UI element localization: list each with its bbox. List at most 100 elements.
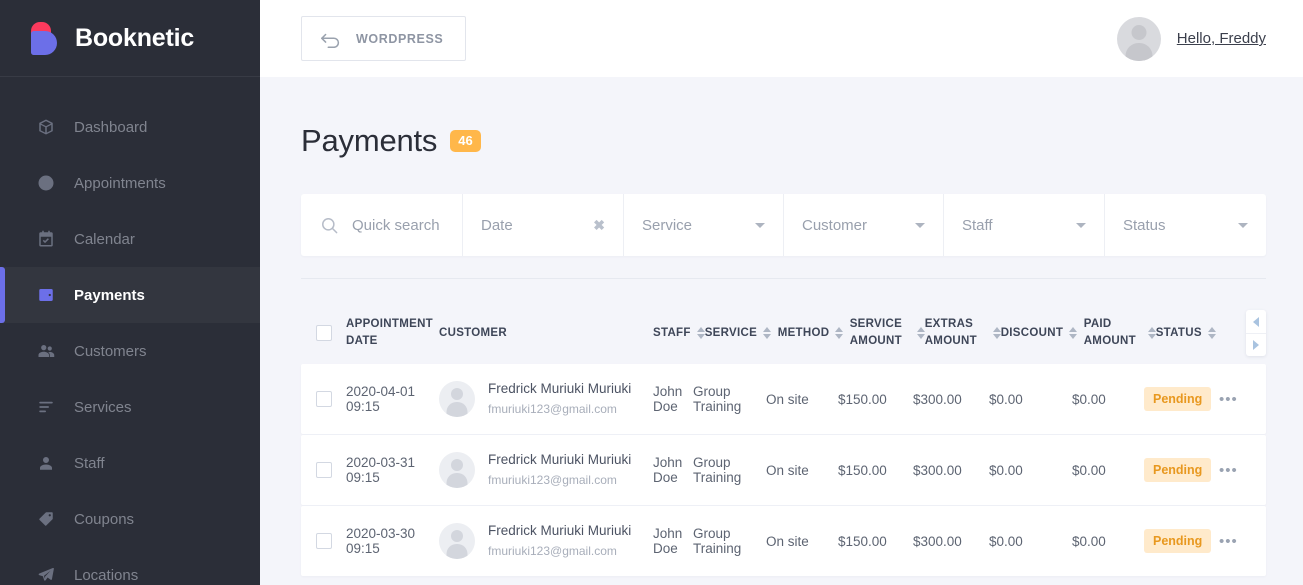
sort-icon[interactable] [992,327,1001,339]
sort-icon[interactable] [916,327,925,339]
staff-filter-label: Staff [962,216,993,234]
sort-icon[interactable] [1147,327,1156,339]
status-badge: Pending [1144,457,1212,483]
page-title: Payments [301,123,438,158]
sidebar-item-payments[interactable]: Payments [0,267,260,323]
cell-customer: Fredrick Muriuki Muriuki fmuriuki123@gma… [439,450,653,490]
scroll-left-button[interactable] [1246,310,1266,333]
wordpress-button[interactable]: WORDPRESS [301,16,467,61]
cell-service-amount: $150.00 [838,533,887,549]
cell-status: Pending [1144,457,1219,483]
row-checkbox[interactable] [315,533,332,549]
chevron-down-icon [755,222,765,228]
sort-icon[interactable] [696,327,705,339]
header-service-amount[interactable]: SERVICE AMOUNT [850,316,925,351]
sidebar-item-coupons[interactable]: Coupons [0,491,260,547]
header-service[interactable]: SERVICE [705,327,778,339]
page-header: Payments 46 [301,77,1266,159]
sidebar-item-staff[interactable]: Staff [0,435,260,491]
header-paid-amount-label: PAID AMOUNT [1083,317,1136,347]
date-filter[interactable]: Date ✖ [463,194,624,256]
scroll-right-button[interactable] [1246,333,1266,356]
header-service-label: SERVICE [704,327,758,339]
box-icon [35,116,57,138]
customer-email: fmuriuki123@gmail.com [488,472,617,487]
header-appointment-date[interactable]: APPOINTMENT DATE [346,316,439,351]
cell-service: Group Training [693,526,742,556]
triangle-right-icon [1253,340,1259,350]
table-row[interactable]: 2020-04-01 09:15 Fredrick Muriuki Muriuk… [301,364,1266,434]
header-staff[interactable]: STAFF [653,327,705,339]
search-field[interactable]: Quick search [301,194,463,256]
payments-count-badge: 46 [450,130,481,152]
calendar-icon [35,228,57,250]
header-customer[interactable]: CUSTOMER [439,327,653,339]
row-actions-button[interactable]: ••• [1219,391,1238,408]
brand-logo[interactable]: Booknetic [0,0,260,77]
cell-appointment-date: 2020-04-01 09:15 [346,384,416,414]
cell-service: Group Training [693,384,742,414]
cell-customer: Fredrick Muriuki Muriuki fmuriuki123@gma… [439,521,653,561]
header-discount[interactable]: DISCOUNT [1001,327,1084,339]
staff-filter[interactable]: Staff [944,194,1105,256]
table-row[interactable]: 2020-03-31 09:15 Fredrick Muriuki Muriuk… [301,435,1266,505]
row-actions-button[interactable]: ••• [1219,533,1238,550]
date-clear-icon[interactable]: ✖ [593,218,605,232]
customer-email: fmuriuki123@gmail.com [488,543,617,558]
user-menu[interactable]: Hello, Freddy [1116,16,1266,61]
service-filter[interactable]: Service [624,194,784,256]
content-area: Payments 46 Quick search Date ✖ Service … [260,77,1303,585]
header-extras-amount-label: EXTRAS AMOUNT [924,317,977,347]
row-checkbox[interactable] [315,462,332,478]
row-actions-button[interactable]: ••• [1219,462,1238,479]
cell-status: Pending [1144,386,1219,412]
header-status[interactable]: STATUS [1156,327,1231,339]
sort-icon[interactable] [835,327,844,339]
greeting-link[interactable]: Hello, Freddy [1177,30,1266,47]
table-scroll-controls [1246,310,1266,356]
sidebar-item-customers[interactable]: Customers [0,323,260,379]
sort-icon[interactable] [1207,327,1216,339]
row-select-cell [301,391,346,407]
customer-filter[interactable]: Customer [784,194,944,256]
header-method[interactable]: METHOD [778,327,850,339]
cell-extras-amount: $300.00 [913,533,962,549]
divider [301,278,1266,279]
search-icon [320,216,339,235]
sidebar-item-label: Dashboard [74,118,148,136]
sidebar-item-dashboard[interactable]: Dashboard [0,99,260,155]
table-header-row: APPOINTMENT DATE CUSTOMER STAFF SERVICE … [301,302,1266,364]
sort-icon[interactable] [763,327,772,339]
sort-icon[interactable] [1069,327,1078,339]
cell-paid-amount: $0.00 [1072,533,1106,549]
cell-staff: John Doe [653,384,683,414]
sidebar-item-locations[interactable]: Locations [0,547,260,585]
select-all-checkbox[interactable] [315,325,332,341]
cell-appointment-date: 2020-03-31 09:15 [346,455,416,485]
sidebar-item-calendar[interactable]: Calendar [0,211,260,267]
status-badge: Pending [1144,528,1212,554]
table-row[interactable]: 2020-03-30 09:15 Fredrick Muriuki Muriuk… [301,506,1266,576]
status-filter[interactable]: Status [1105,194,1266,256]
sidebar-item-appointments[interactable]: Appointments [0,155,260,211]
header-paid-amount[interactable]: PAID AMOUNT [1084,316,1156,351]
cell-service-amount: $150.00 [838,391,887,407]
wordpress-button-label: WORDPRESS [356,31,444,46]
row-checkbox[interactable] [315,391,332,407]
back-arrow-icon [320,30,342,48]
customer-name: Fredrick Muriuki Muriuki [488,451,632,467]
header-customer-label: CUSTOMER [439,327,507,339]
sidebar-item-services[interactable]: Services [0,379,260,435]
cell-method: On site [766,533,809,549]
header-extras-amount[interactable]: EXTRAS AMOUNT [925,316,1001,351]
search-input[interactable]: Quick search [352,217,440,234]
row-select-cell [301,462,346,478]
sidebar-item-label: Services [74,398,132,416]
cell-extras-amount: $300.00 [913,462,962,478]
cell-discount: $0.00 [989,533,1023,549]
sidebar-item-label: Calendar [74,230,135,248]
tag-icon [35,508,57,530]
cell-service: Group Training [693,455,742,485]
service-filter-label: Service [642,216,693,234]
header-staff-label: STAFF [653,327,691,339]
